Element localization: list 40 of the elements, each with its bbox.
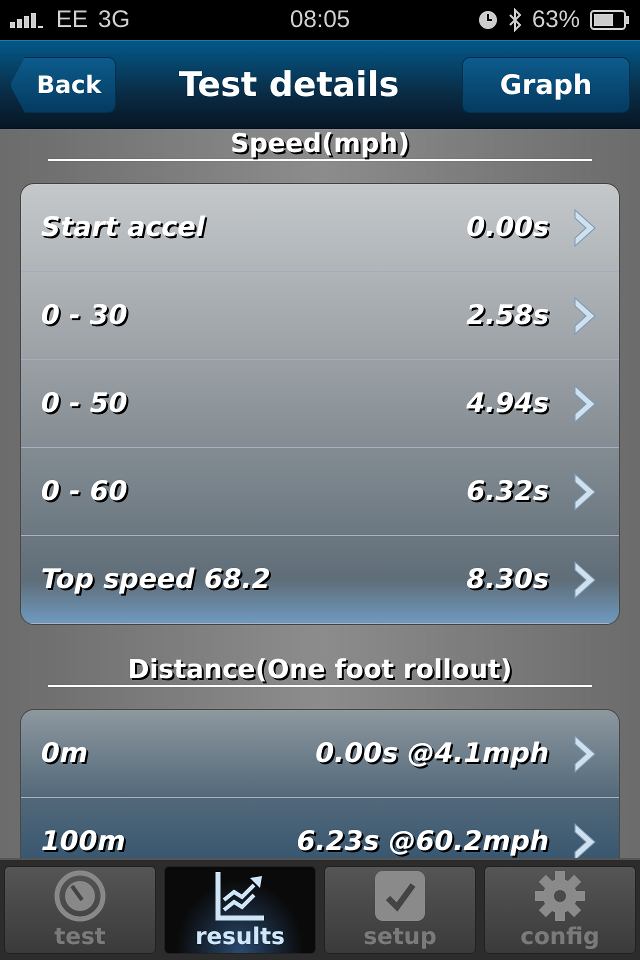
section-header: Distance(One foot rollout): [48, 655, 592, 687]
section-header: Speed(mph): [48, 129, 592, 161]
row-value: 6.23s @60.2mph: [296, 826, 549, 857]
tab[interactable]: test: [4, 866, 156, 954]
battery-percent: 63%: [532, 6, 580, 34]
clock: 08:05: [290, 6, 350, 34]
row-label: Top speed 68.2: [41, 564, 272, 595]
result-row[interactable]: 0 - 50 4.94s: [21, 360, 619, 448]
row-value: 0.00s: [466, 212, 549, 243]
result-row[interactable]: 0 - 30 2.58s: [21, 272, 619, 360]
tab[interactable]: results: [164, 866, 316, 954]
gear-icon: [534, 870, 586, 922]
back-button[interactable]: Back: [10, 57, 116, 113]
carrier-name: EE: [56, 6, 88, 34]
tab[interactable]: config: [484, 866, 636, 954]
row-label: Start accel: [41, 212, 206, 243]
checkmark-icon: [374, 870, 426, 922]
page-title: Test details: [178, 65, 400, 105]
row-label: 100m: [41, 826, 126, 857]
row-value: 0.00s @4.1mph: [315, 738, 549, 769]
network-type: 3G: [98, 6, 130, 34]
row-value: 8.30s: [466, 564, 549, 595]
result-row[interactable]: 0 - 60 6.32s: [21, 448, 619, 536]
signal-icon: [10, 12, 46, 28]
bluetooth-icon: [508, 8, 522, 32]
graph-button[interactable]: Graph: [462, 57, 630, 113]
row-value: 2.58s: [466, 300, 549, 331]
row-value: 6.32s: [466, 476, 549, 507]
row-label: 0 - 60: [41, 476, 128, 507]
row-label: 0m: [41, 738, 89, 769]
row-label: 0 - 50: [41, 388, 128, 419]
row-value: 4.94s: [466, 388, 549, 419]
tab[interactable]: setup: [324, 866, 476, 954]
clock-icon: [478, 10, 498, 30]
chart-icon: [214, 870, 266, 922]
battery-icon: [590, 10, 630, 30]
result-row[interactable]: 0m 0.00s @4.1mph: [21, 710, 619, 798]
result-row[interactable]: Top speed 68.2 8.30s: [21, 536, 619, 624]
gauge-icon: [54, 870, 106, 922]
row-label: 0 - 30: [41, 300, 128, 331]
